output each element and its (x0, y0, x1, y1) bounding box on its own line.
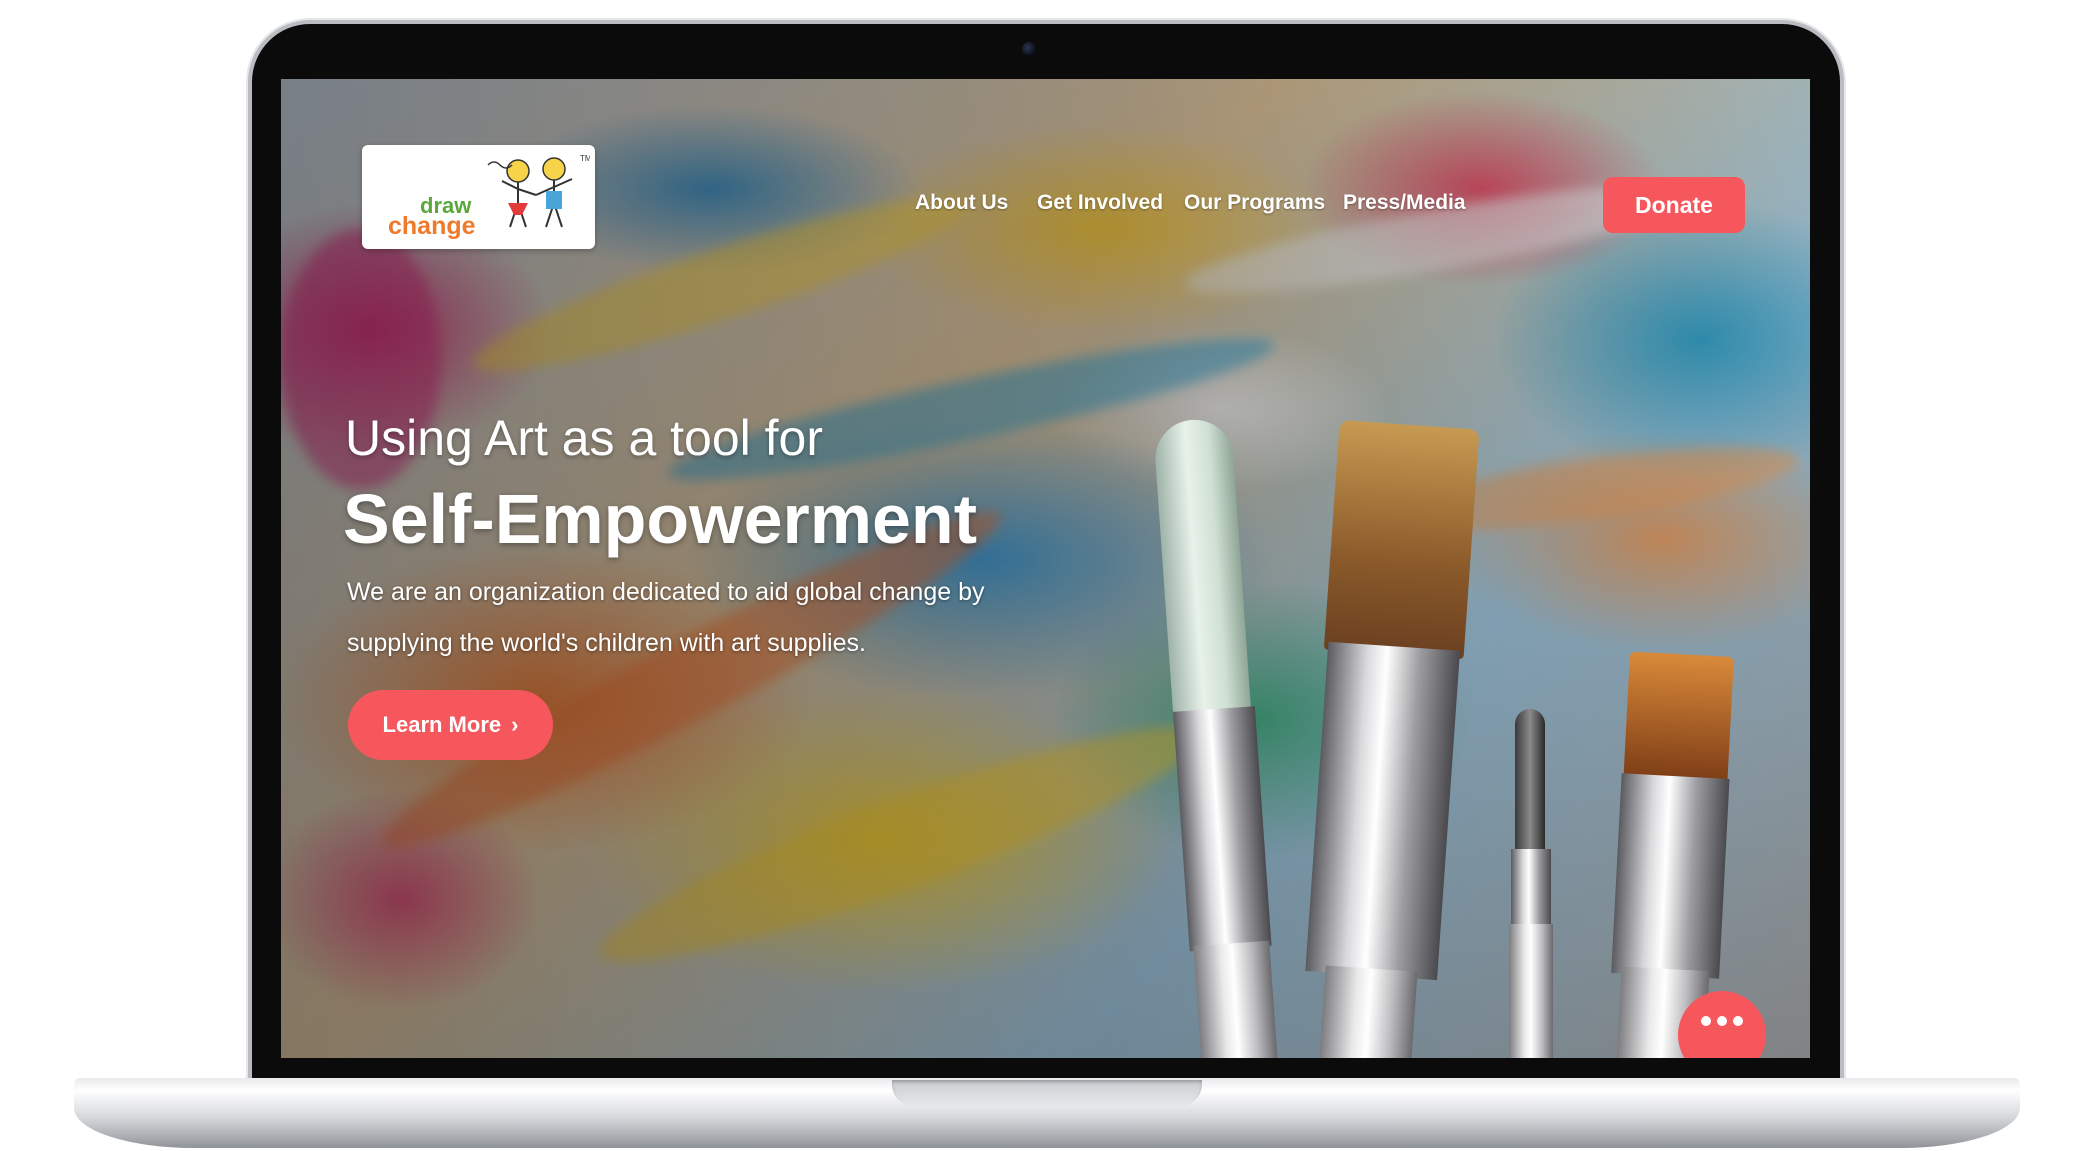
nav-link-about-us[interactable]: About Us (915, 191, 1008, 215)
laptop-opening-notch (892, 1080, 1202, 1106)
nav-link-our-programs[interactable]: Our Programs (1184, 191, 1325, 215)
hero-description-line: We are an organization dedicated to aid … (347, 578, 985, 606)
more-dots-icon (1698, 1011, 1746, 1030)
svg-text:TM: TM (580, 154, 590, 163)
hero-title: Self-Empowerment (343, 480, 977, 558)
hero-pretitle: Using Art as a tool for (345, 410, 824, 466)
nav-link-get-involved[interactable]: Get Involved (1037, 191, 1163, 215)
main-nav: About Us Get Involved Our Programs Press… (281, 191, 1810, 219)
learn-more-button[interactable]: Learn More › (348, 690, 553, 760)
donate-button[interactable]: Donate (1603, 177, 1745, 233)
chevron-right-icon: › (511, 712, 519, 737)
nav-link-press-media[interactable]: Press/Media (1343, 191, 1466, 215)
device-mockup: draw change TM About Us Get Involved Our… (0, 0, 2093, 1151)
hero-description: We are an organization dedicated to aid … (347, 567, 1067, 669)
hero-description-line: supplying the world's children with art … (347, 629, 866, 657)
paintbrush-thin (1501, 709, 1561, 1058)
learn-more-label: Learn More (382, 712, 502, 737)
camera-dot (1022, 42, 1036, 56)
website-screen: draw change TM About Us Get Involved Our… (281, 79, 1810, 1058)
